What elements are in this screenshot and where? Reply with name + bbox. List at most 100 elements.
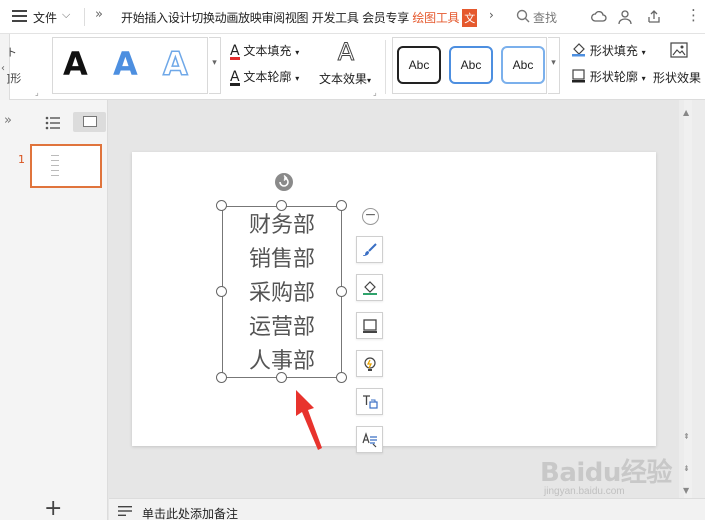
slides-view-button[interactable] [73, 112, 106, 132]
wordart-style-black[interactable]: A [63, 46, 88, 82]
textbox-line[interactable]: 财务部 [223, 209, 341, 243]
add-slide-icon[interactable]: + [44, 498, 62, 520]
watermark-brand: Baidu经验 [540, 458, 672, 488]
scroll-down-icon[interactable]: ▼ [683, 486, 689, 495]
tab-animation[interactable]: 动画 [215, 11, 239, 25]
textbox-line[interactable]: 采购部 [223, 277, 341, 311]
shape-fill-button[interactable]: 形状填充 ▾ [571, 42, 646, 59]
text-wrap-button[interactable] [356, 388, 383, 415]
tab-view[interactable]: 视图 [285, 11, 309, 25]
more-options-icon[interactable]: ⋮ [686, 8, 701, 23]
search-label[interactable]: 查找 [533, 9, 557, 26]
slide-canvas[interactable]: 财务部 销售部 采购部 运营部 人事部 − [132, 152, 656, 453]
tabs-next-icon[interactable]: › [489, 8, 494, 22]
paint-bucket-icon [572, 43, 585, 57]
watermark-url: jingyan.baidu.com [544, 486, 625, 497]
text-effect-button[interactable]: A 文本效果▾ [317, 38, 375, 87]
textbox-icon [363, 395, 378, 409]
text-outline-icon: A [230, 69, 240, 86]
chevron-down-icon: ▾ [295, 74, 300, 83]
slide-thumbnail[interactable] [30, 144, 102, 188]
textbox-line[interactable]: 运营部 [223, 311, 341, 345]
chevron-down-icon: ▾ [641, 48, 646, 57]
group-dialog-launcher[interactable]: ⌟ [35, 88, 39, 97]
chevron-down-icon: ▾ [641, 74, 646, 83]
hamburger-menu-icon[interactable] [12, 10, 27, 23]
lightbulb-icon [364, 357, 376, 371]
chevron-left-icon[interactable]: ‹ [1, 63, 5, 74]
ribbon-tabs: 开始插入设计切换动画放映审阅视图 开发工具 会员专享 绘图工具文 [121, 9, 477, 27]
user-icon[interactable] [617, 9, 633, 25]
notes-placeholder[interactable]: 单击此处添加备注 [142, 505, 238, 520]
tab-member[interactable]: 会员专享 [362, 11, 409, 25]
tab-text-tools[interactable]: 文 [462, 9, 477, 27]
text-fill-button[interactable]: A 文本填充 ▾ [230, 42, 299, 60]
resize-handle-bottom[interactable] [276, 372, 287, 383]
wordart-gallery-more[interactable]: ▾ [209, 37, 221, 94]
page-down-icon[interactable]: ⇟ [683, 464, 690, 473]
shape-fill-label: 形状填充 [589, 44, 638, 58]
shape-style-black[interactable]: Abc [397, 46, 441, 84]
outline-icon [363, 319, 377, 333]
fill-button[interactable] [356, 274, 383, 301]
resize-handle-left[interactable] [216, 286, 227, 297]
file-menu[interactable]: 文件 [33, 9, 57, 26]
rotate-handle[interactable] [275, 173, 293, 191]
cloud-sync-icon[interactable] [591, 9, 607, 25]
outline-view-icon[interactable] [45, 116, 61, 130]
scroll-up-icon[interactable]: ▲ [683, 108, 689, 117]
shape-effect-icon [670, 42, 688, 58]
double-chevron-icon[interactable]: » [95, 7, 103, 22]
notes-icon [118, 506, 132, 516]
expand-panel-icon[interactable]: » [4, 113, 12, 128]
text-outline-label: 文本轮廓 [243, 70, 292, 84]
search-icon[interactable] [516, 9, 530, 23]
resize-handle-top[interactable] [276, 200, 287, 211]
text-format-button[interactable] [356, 426, 383, 453]
shape-style-blue[interactable]: Abc [449, 46, 493, 84]
wordart-style-outline[interactable]: A [162, 45, 188, 83]
ribbon-left-label-shape[interactable]: ]形 [6, 70, 21, 86]
resize-handle-bottom-right[interactable] [336, 372, 347, 383]
slide-view-icon [83, 116, 97, 127]
tab-insert[interactable]: 插入 [144, 11, 168, 25]
shape-style-light-blue[interactable]: Abc [501, 46, 545, 84]
resize-handle-right[interactable] [336, 286, 347, 297]
tab-design[interactable]: 设计 [168, 11, 192, 25]
shape-outline-icon [572, 69, 585, 83]
tab-drawing-tools[interactable]: 绘图工具 [412, 11, 459, 25]
slide-number: 1 [18, 153, 25, 166]
effect-button[interactable] [356, 350, 383, 377]
menu-bar: 文件 ⌵ » 开始插入设计切换动画放映审阅视图 开发工具 会员专享 绘图工具文 … [0, 0, 705, 34]
text-group-dialog-launcher[interactable]: ⌟ [373, 88, 377, 97]
wordart-style-blue[interactable]: A [113, 46, 138, 82]
text-format-icon [362, 432, 377, 448]
wordart-style-gallery: A A A [52, 37, 208, 94]
shape-style-gallery: Abc Abc Abc [392, 37, 547, 94]
collapse-toolbar-icon[interactable]: − [362, 208, 379, 225]
resize-handle-top-left[interactable] [216, 200, 227, 211]
shape-gallery-more[interactable]: ▾ [548, 37, 560, 94]
text-outline-button[interactable]: A 文本轮廓 ▾ [230, 68, 299, 86]
chevron-down-icon[interactable]: ⌵ [62, 8, 70, 22]
format-brush-button[interactable] [356, 236, 383, 263]
ribbon-left-label[interactable]: ト [6, 44, 17, 60]
tab-developer[interactable]: 开发工具 [312, 11, 359, 25]
tab-home[interactable]: 开始 [121, 11, 145, 25]
outline-button[interactable] [356, 312, 383, 339]
tab-review[interactable]: 审阅 [261, 11, 285, 25]
page-up-icon[interactable]: ⇞ [683, 432, 690, 441]
tab-slideshow[interactable]: 放映 [238, 11, 262, 25]
resize-handle-bottom-left[interactable] [216, 372, 227, 383]
shape-outline-button[interactable]: 形状轮廓 ▾ [571, 68, 646, 85]
selected-textbox[interactable]: 财务部 销售部 采购部 运营部 人事部 [222, 206, 342, 378]
share-icon[interactable] [646, 9, 662, 25]
tab-transition[interactable]: 切换 [191, 11, 215, 25]
resize-handle-top-right[interactable] [336, 200, 347, 211]
paint-bucket-icon [363, 281, 377, 295]
chevron-down-icon: ▾ [295, 48, 300, 57]
brush-icon [363, 243, 377, 256]
textbox-line[interactable]: 销售部 [223, 243, 341, 277]
vertical-scrollbar[interactable]: ▲ ⇞ ⇟ ▼ [679, 100, 705, 498]
shape-effect-button[interactable]: 形状效果 [653, 40, 701, 86]
